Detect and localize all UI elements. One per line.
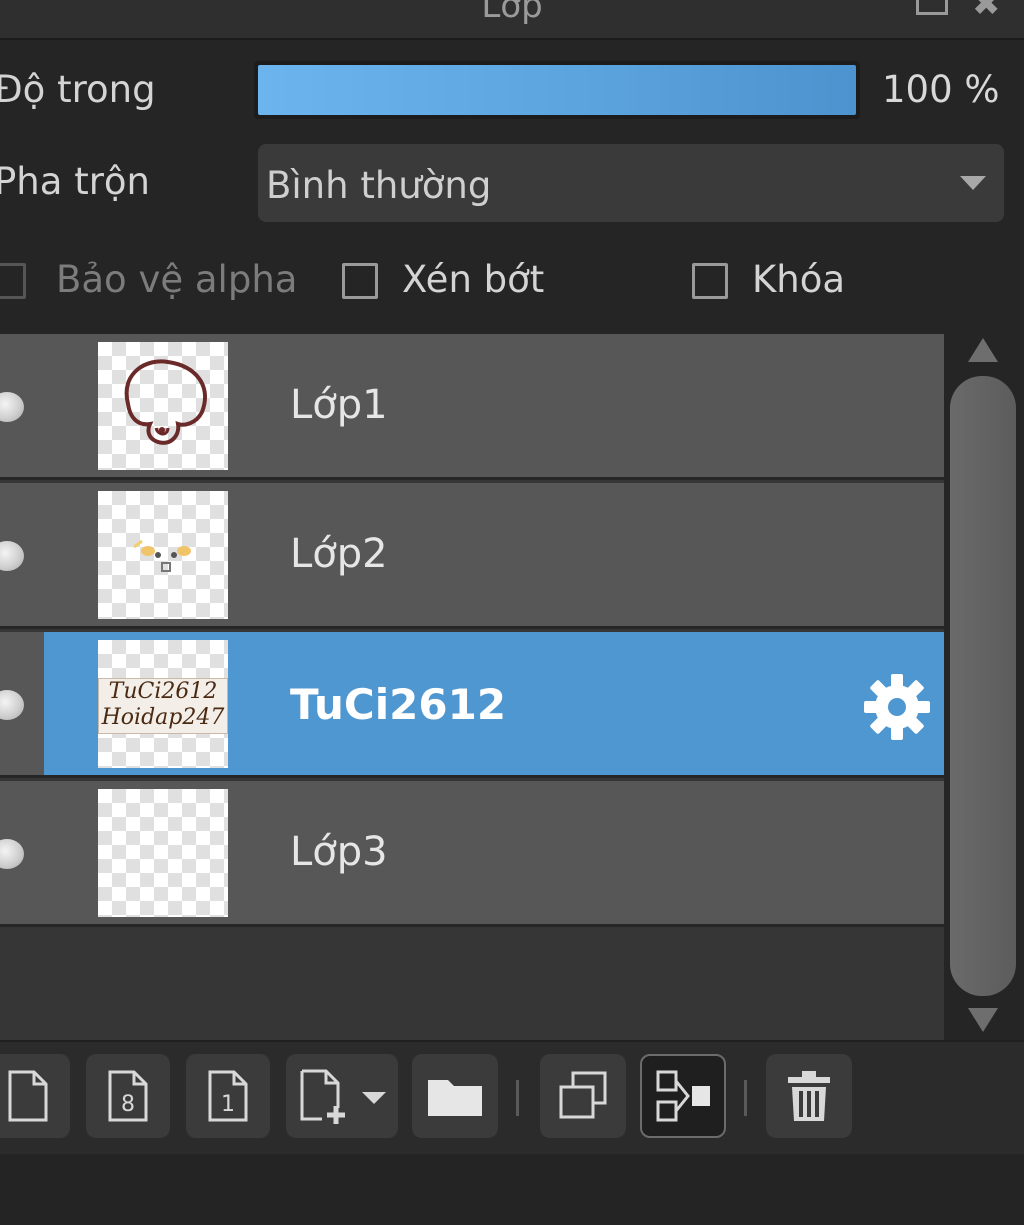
visibility-toggle-icon[interactable] [0,839,24,869]
mascot-outline-icon [124,359,207,445]
page-icon [8,1070,48,1122]
layer-name: Lớp3 [290,829,388,875]
clipping-label: Xén bớt [402,258,545,301]
close-icon[interactable]: ✖ [972,0,1006,21]
opacity-label: Độ trong [0,68,156,111]
blend-mode-value: Bình thường [266,164,492,207]
new-1bit-layer-button[interactable]: 1 [186,1054,270,1138]
checkbox-box [342,263,378,299]
new-folder-button[interactable] [412,1054,498,1138]
page-1-icon: 1 [208,1070,248,1122]
layer-name: TuCi2612 [290,680,507,729]
layer-thumbnail: TuCi2612 Hoidap247 [98,640,228,768]
delete-layer-button[interactable] [766,1054,852,1138]
protect-alpha-checkbox[interactable]: Bảo vệ alpha [0,258,297,308]
float-panel-icon[interactable] [914,0,948,18]
opacity-value: 100 % [882,68,1000,111]
status-bar [0,1154,1024,1225]
gear-icon[interactable] [862,672,932,742]
layer-toolbar: 8 1 [0,1040,1024,1156]
scroll-up-arrow-icon[interactable] [968,338,998,362]
thumbnail-text-line: Hoidap247 [101,705,225,730]
panel-titlebar: Lớp ✖ [0,0,1024,40]
layer-row[interactable]: Lớp1 [0,334,944,480]
opacity-slider[interactable] [254,61,860,119]
new-8bit-layer-button[interactable]: 8 [86,1054,170,1138]
chevron-down-icon [960,176,986,190]
trash-icon [788,1071,830,1121]
visibility-toggle-icon[interactable] [0,392,24,422]
toolbar-separator [744,1080,747,1116]
visibility-toggle-icon[interactable] [0,690,24,720]
lock-label: Khóa [752,258,846,301]
merge-icon [656,1070,710,1122]
scroll-down-arrow-icon[interactable] [968,1008,998,1032]
checkbox-box [692,263,728,299]
layer-thumbnail [98,789,228,917]
protect-alpha-label: Bảo vệ alpha [56,258,298,301]
page-plus-dropdown-icon [300,1069,386,1124]
clipping-checkbox[interactable]: Xén bớt [342,258,602,308]
svg-text:8: 8 [121,1092,135,1117]
add-layer-menu-button[interactable] [286,1054,398,1138]
layer-thumbnail [98,491,228,619]
blend-mode-select[interactable]: Bình thường [258,144,1004,222]
text-thumbnail: TuCi2612 Hoidap247 [98,678,228,734]
layer-name: Lớp1 [290,382,388,428]
visibility-toggle-icon[interactable] [0,541,24,571]
duplicate-layer-button[interactable] [540,1054,626,1138]
layer-name: Lớp2 [290,531,388,577]
mascot-face-icon [133,539,191,572]
layer-row-selected[interactable]: TuCi2612 Hoidap247 TuCi2612 [0,632,944,778]
thumbnail-text-line: TuCi2612 [108,679,218,704]
scrollbar-thumb[interactable] [950,376,1016,996]
layer-row[interactable]: Lớp2 [0,483,944,629]
svg-text:1: 1 [221,1092,235,1117]
layer-thumbnail [98,342,228,470]
merge-down-button[interactable] [640,1054,726,1138]
toolbar-separator [516,1080,519,1116]
lock-checkbox[interactable]: Khóa [692,258,892,308]
layer-list[interactable]: Lớp1 Lớp2 TuCi2612 Hoidap247 TuCi2612 Lớ… [0,334,944,1040]
layer-row[interactable]: Lớp3 [0,781,944,927]
checkbox-box [0,263,26,299]
opacity-slider-fill [258,65,856,115]
panel-title: Lớp [481,0,543,26]
blend-mode-label: Pha trộn [0,160,151,203]
folder-icon [428,1080,482,1116]
duplicate-icon [559,1071,607,1119]
new-layer-button[interactable] [0,1054,70,1138]
page-8-icon: 8 [108,1070,148,1122]
layer-list-scrollbar[interactable] [948,334,1024,1040]
